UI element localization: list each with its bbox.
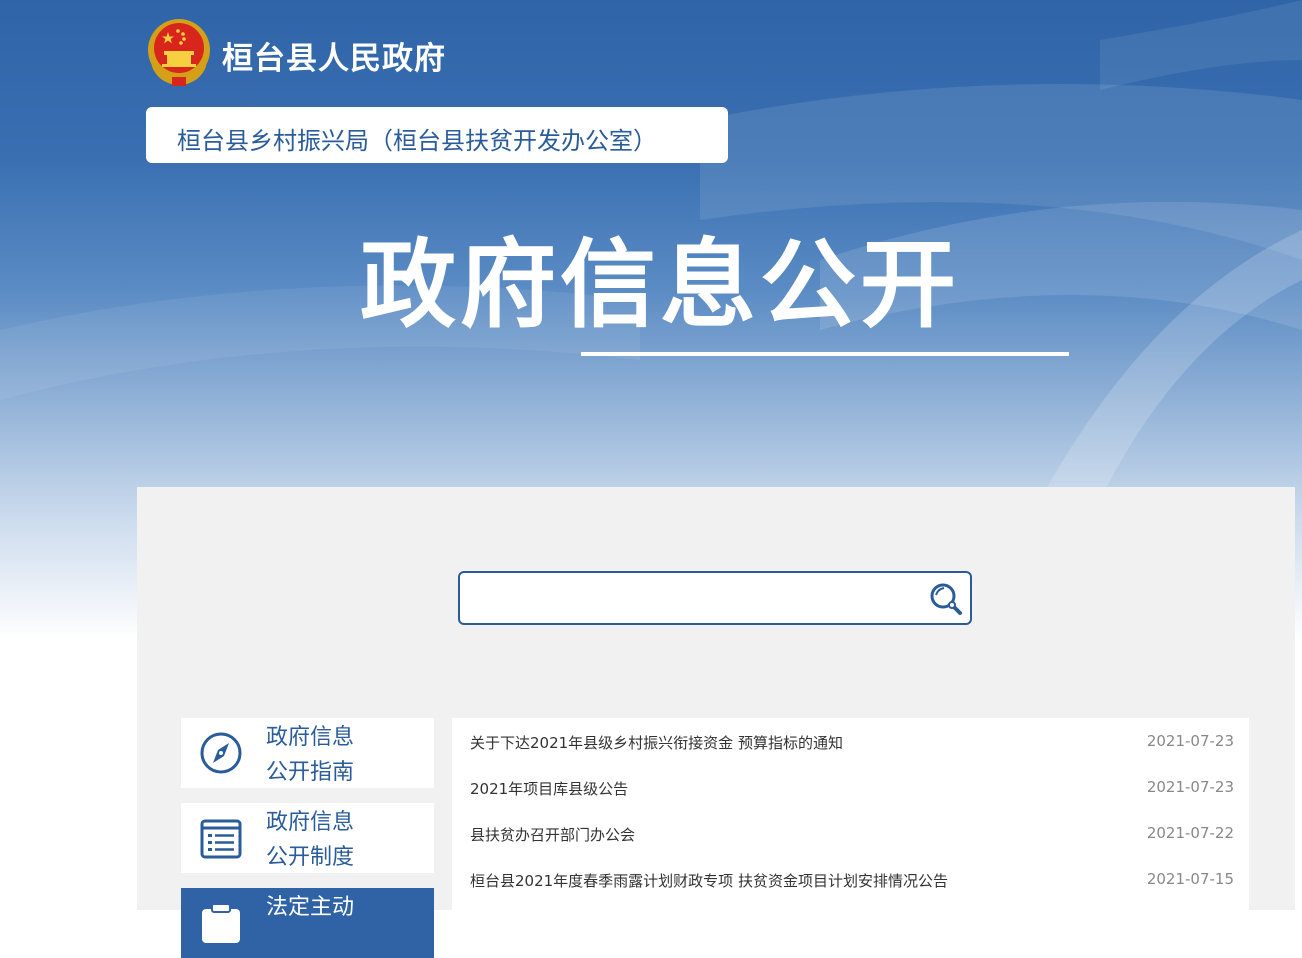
sidebar-item-label-line2: 公开制度 bbox=[266, 845, 355, 870]
news-list: 关于下达2021年县级乡村振兴衔接资金 预算指标的通知 2021-07-23 2… bbox=[452, 718, 1249, 910]
news-row[interactable]: 桓台县2021年度春季雨露计划财政专项 扶贫资金项目计划安排情况公告 2021-… bbox=[470, 870, 1234, 894]
news-title[interactable]: 桓台县2021年度春季雨露计划财政专项 扶贫资金项目计划安排情况公告 bbox=[470, 870, 948, 891]
department-name-box: 桓台县乡村振兴局（桓台县扶贫开发办公室） bbox=[146, 107, 728, 163]
hero-underline bbox=[581, 352, 1069, 356]
news-title[interactable]: 县扶贫办召开部门办公会 bbox=[470, 824, 635, 845]
sidebar-item-disclosure-guide[interactable]: 政府信息 公开指南 bbox=[181, 718, 434, 788]
clipboard-icon bbox=[202, 903, 240, 943]
news-row[interactable]: 2021年项目库县级公告 2021-07-23 bbox=[470, 778, 1234, 802]
sidebar-item-disclosure-system[interactable]: 政府信息 公开制度 bbox=[181, 803, 434, 873]
compass-icon bbox=[200, 732, 242, 774]
site-title[interactable]: 桓台县人民政府 bbox=[222, 33, 446, 78]
news-title[interactable]: 关于下达2021年县级乡村振兴衔接资金 预算指标的通知 bbox=[470, 732, 843, 753]
news-row[interactable]: 县扶贫办召开部门办公会 2021-07-22 bbox=[470, 824, 1234, 848]
sidebar-item-statutory-disclosure[interactable]: 法定主动 bbox=[181, 888, 434, 958]
sidebar-item-label: 政府信息 公开制度 bbox=[266, 805, 354, 875]
news-date: 2021-07-23 bbox=[1146, 732, 1234, 750]
content-panel: 政府信息 公开指南 政府信息 公开制度 法定主动 关于下达2021年县级乡村振兴… bbox=[137, 487, 1295, 958]
sidebar-item-label-line1: 法定主动 bbox=[266, 895, 355, 920]
hero-title: 政府信息公开 bbox=[360, 229, 960, 341]
news-title[interactable]: 2021年项目库县级公告 bbox=[470, 778, 628, 799]
news-date: 2021-07-22 bbox=[1146, 824, 1234, 842]
sidebar-item-label-line2: 公开指南 bbox=[266, 760, 355, 785]
department-name[interactable]: 桓台县乡村振兴局（桓台县扶贫开发办公室） bbox=[177, 121, 657, 156]
national-emblem-logo bbox=[148, 19, 210, 86]
sidebar-item-label: 法定主动 bbox=[266, 890, 354, 925]
search-box bbox=[458, 571, 972, 625]
search-input[interactable] bbox=[470, 581, 924, 615]
sidebar-item-label-line1: 政府信息 bbox=[266, 725, 355, 750]
search-icon[interactable] bbox=[928, 581, 964, 617]
news-date: 2021-07-15 bbox=[1146, 870, 1234, 888]
document-list-icon bbox=[200, 819, 242, 859]
news-date: 2021-07-23 bbox=[1146, 778, 1234, 796]
news-row[interactable]: 关于下达2021年县级乡村振兴衔接资金 预算指标的通知 2021-07-23 bbox=[470, 732, 1234, 756]
sidebar-item-label-line1: 政府信息 bbox=[266, 810, 355, 835]
sidebar-item-label: 政府信息 公开指南 bbox=[266, 720, 354, 790]
